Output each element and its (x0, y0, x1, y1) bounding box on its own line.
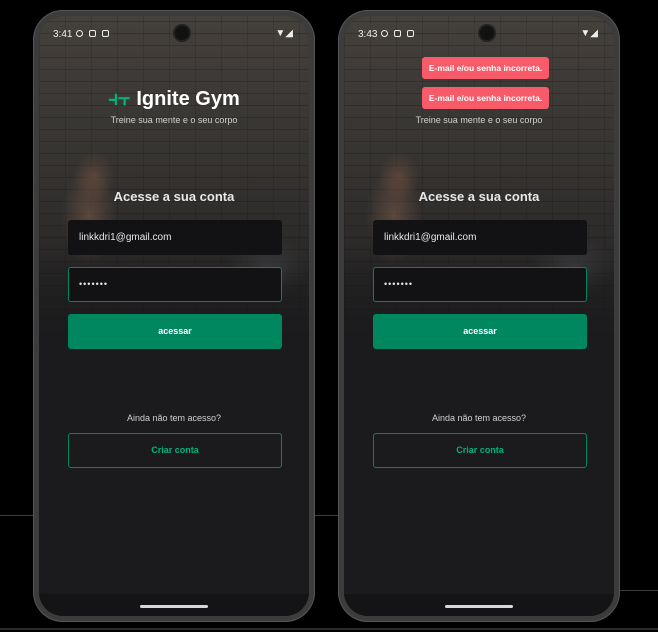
wifi-icon: ▼◢ (275, 28, 293, 39)
phone-frame-left: 3:41 ▼◢ ⫞⫟ Ignite Gym Treine sua mente e … (33, 10, 315, 622)
sim-icon (89, 30, 96, 37)
status-bar: 3:43 ▼◢ (344, 16, 614, 52)
no-account-text: Ainda não tem acesso? (126, 413, 222, 423)
email-field[interactable]: linkkdri1@gmail.com (373, 220, 587, 255)
home-indicator[interactable] (445, 605, 513, 608)
page-title: Acesse a sua conta (113, 189, 235, 204)
page-title: Acesse a sua conta (418, 189, 540, 204)
status-time: 3:41 (53, 29, 73, 40)
front-camera (480, 26, 494, 40)
create-account-button[interactable]: Criar conta (373, 433, 587, 468)
home-indicator[interactable] (140, 605, 208, 608)
tagline: Treine sua mente e o seu corpo (110, 115, 238, 125)
status-time: 3:43 (358, 29, 378, 40)
sim-icon (394, 30, 401, 37)
create-account-button[interactable]: Criar conta (68, 433, 282, 468)
app-logo: ⫞⫟ Ignite Gym (39, 88, 309, 111)
wifi-icon: ▼◢ (580, 28, 598, 39)
divider-left (0, 515, 33, 516)
password-field[interactable]: ••••••• (68, 267, 282, 302)
front-camera (175, 26, 189, 40)
bottom-divider (0, 628, 658, 630)
login-screen: 3:41 ▼◢ ⫞⫟ Ignite Gym Treine sua mente e … (39, 16, 309, 616)
shield-icon (76, 30, 83, 37)
password-field[interactable]: ••••••• (373, 267, 587, 302)
divider-right (620, 590, 658, 591)
dumbbell-icon: ⫞⫟ (108, 88, 131, 110)
submit-button[interactable]: acessar (373, 314, 587, 349)
error-toast[interactable]: E-mail e/ou senha incorreta. (422, 57, 549, 79)
brand-name: Ignite Gym (136, 88, 240, 110)
divider-middle (315, 515, 338, 516)
shield-icon (381, 30, 388, 37)
submit-button[interactable]: acessar (68, 314, 282, 349)
phone-frame-right: 3:43 ▼◢ E-mail e/ou senha incorreta. E-m… (338, 10, 620, 622)
square-icon (102, 30, 109, 37)
square-icon (407, 30, 414, 37)
email-field[interactable]: linkkdri1@gmail.com (68, 220, 282, 255)
login-screen-error: 3:43 ▼◢ E-mail e/ou senha incorreta. E-m… (344, 16, 614, 616)
tagline: Treine sua mente e o seu corpo (415, 115, 543, 125)
no-account-text: Ainda não tem acesso? (431, 413, 527, 423)
status-bar: 3:41 ▼◢ (39, 16, 309, 52)
error-toast[interactable]: E-mail e/ou senha incorreta. (422, 87, 549, 109)
